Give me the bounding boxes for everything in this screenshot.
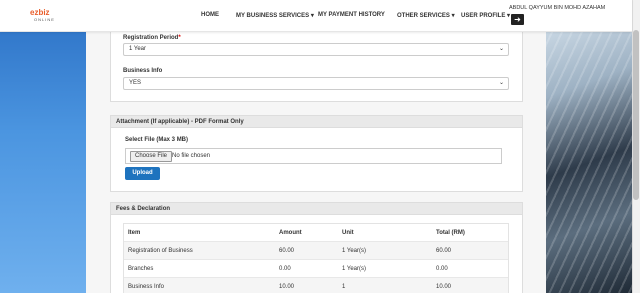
chevron-down-icon: ▾ — [507, 13, 511, 19]
row-total: 0.00 — [436, 266, 448, 272]
column-header-total: Total (RM) — [436, 230, 465, 236]
top-navbar: ezbiz ONLINE HOME MY BUSINESS SERVICES ▾… — [0, 0, 632, 32]
select-file-label: Select File (Max 3 MB) — [125, 137, 189, 143]
registration-period-label: Registration Period* — [123, 35, 181, 41]
attachment-panel-header: Attachment (If applicable) - PDF Format … — [111, 116, 522, 128]
row-unit: 1 Year(s) — [342, 266, 367, 272]
background-right-building — [546, 0, 632, 293]
chevron-down-icon: ⌄ — [498, 46, 504, 52]
fees-table: Item Amount Unit Total (RM) Registration… — [123, 223, 509, 293]
row-total: 10.00 — [436, 284, 452, 290]
user-name: ABDUL QAYYUM BIN MOHD AZAHAM — [509, 5, 606, 11]
row-unit: 1 — [342, 284, 346, 290]
chevron-down-icon: ▾ — [451, 13, 455, 19]
row-total: 60.00 — [436, 248, 452, 254]
row-item: Branches — [128, 266, 154, 272]
chevron-down-icon: ⌄ — [498, 80, 504, 86]
row-unit: 1 Year(s) — [342, 248, 367, 254]
row-item: Registration of Business — [128, 248, 193, 254]
nav-my-business-services[interactable]: MY BUSINESS SERVICES ▾ — [236, 12, 314, 19]
nav-user-profile[interactable]: USER PROFILE ▾ — [461, 12, 510, 19]
table-row: Registration of Business 60.00 1 Year(s)… — [124, 242, 508, 260]
upload-button[interactable]: Upload — [125, 167, 160, 180]
page-scrollbar[interactable] — [632, 0, 640, 293]
row-amount: 10.00 — [279, 284, 295, 290]
nav-other-services-label: OTHER SERVICES — [397, 13, 450, 19]
ezbiz-logo[interactable]: ezbiz ONLINE — [30, 9, 66, 23]
background-left — [0, 0, 86, 293]
choose-file-button[interactable]: Choose File — [130, 151, 173, 162]
registration-period-value: 1 Year — [129, 46, 147, 52]
row-amount: 0.00 — [279, 266, 291, 272]
file-input[interactable]: Choose File No file chosen — [125, 148, 502, 164]
fees-panel-header: Fees & Declaration — [111, 203, 522, 215]
logo-text: ezbiz — [30, 8, 50, 17]
main-content: Registration Period* 1 Year ⌄ Business I… — [86, 30, 546, 293]
registration-period-select[interactable]: 1 Year ⌄ — [123, 43, 509, 56]
business-info-label: Business Info — [123, 68, 163, 74]
column-header-amount: Amount — [279, 230, 302, 236]
attachment-panel: Attachment (If applicable) - PDF Format … — [110, 115, 523, 192]
registration-panel: Registration Period* 1 Year ⌄ Business I… — [110, 30, 523, 102]
table-header-row: Item Amount Unit Total (RM) — [124, 224, 508, 242]
row-amount: 60.00 — [279, 248, 295, 254]
chevron-down-icon: ▾ — [310, 13, 314, 19]
logout-button[interactable]: ➜ — [511, 14, 524, 25]
required-marker: * — [178, 35, 181, 41]
sign-out-icon: ➜ — [514, 15, 521, 24]
logo-subtext: ONLINE — [34, 17, 55, 22]
scrollbar-thumb[interactable] — [633, 30, 639, 200]
nav-other-services[interactable]: OTHER SERVICES ▾ — [397, 12, 455, 19]
nav-home[interactable]: HOME — [201, 12, 219, 18]
nav-my-payment-history[interactable]: MY PAYMENT HISTORY — [318, 12, 385, 18]
business-info-select[interactable]: YES ⌄ — [123, 77, 509, 90]
column-header-unit: Unit — [342, 230, 354, 236]
table-row: Branches 0.00 1 Year(s) 0.00 — [124, 260, 508, 278]
fees-panel: Fees & Declaration Item Amount Unit Tota… — [110, 202, 523, 293]
file-status-text: No file chosen — [172, 153, 211, 159]
table-row: Business Info 10.00 1 10.00 — [124, 278, 508, 293]
row-item: Business Info — [128, 284, 165, 290]
nav-user-profile-label: USER PROFILE — [461, 13, 506, 19]
column-header-item: Item — [128, 230, 141, 236]
nav-my-business-services-label: MY BUSINESS SERVICES — [236, 13, 310, 19]
business-info-value: YES — [129, 80, 142, 86]
